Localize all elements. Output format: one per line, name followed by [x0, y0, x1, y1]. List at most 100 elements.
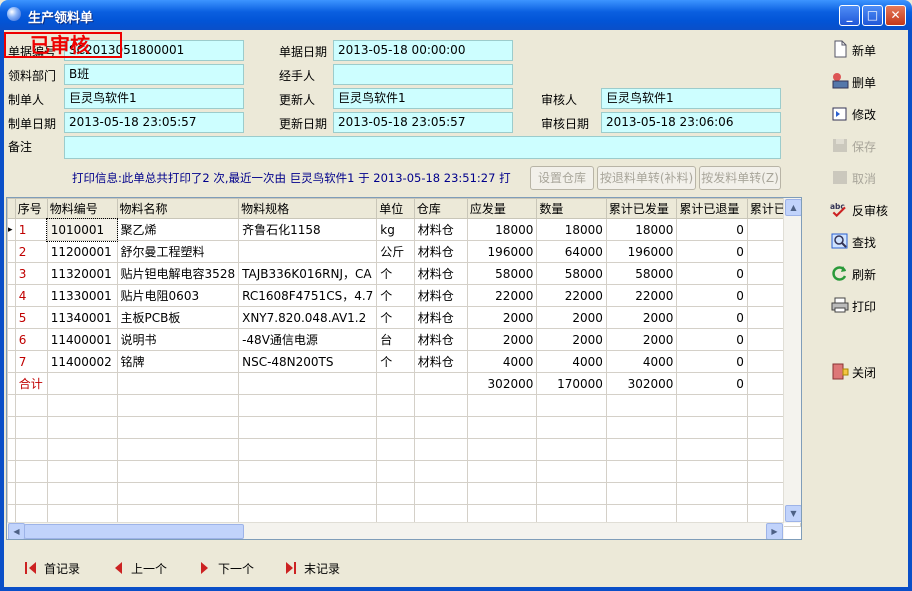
grid-cell[interactable] — [46, 394, 118, 417]
new-button[interactable]: 新单 — [826, 35, 906, 63]
grid-cell[interactable]: 4000 — [466, 350, 538, 373]
grid-cell[interactable]: 2000 — [466, 328, 538, 351]
grid-cell[interactable] — [466, 482, 538, 505]
grid-cell[interactable]: 0 — [676, 350, 748, 373]
close-button[interactable]: 关闭 — [826, 357, 906, 385]
horizontal-scroll-thumb[interactable] — [24, 524, 244, 539]
grid-cell[interactable]: 材料仓 — [413, 218, 468, 241]
grid-cell[interactable] — [46, 372, 118, 395]
grid-cell[interactable] — [466, 394, 538, 417]
col-header[interactable]: 序号 — [14, 198, 48, 219]
grid-cell[interactable]: 2000 — [536, 306, 607, 329]
grid-cell[interactable] — [536, 416, 607, 439]
grid-cell[interactable]: 个 — [376, 262, 415, 285]
col-header[interactable]: 物料名称 — [116, 198, 240, 219]
grid-cell[interactable] — [46, 416, 118, 439]
col-header[interactable]: 仓库 — [413, 198, 468, 219]
refresh-button[interactable]: 刷新 — [826, 259, 906, 287]
grid-cell[interactable]: 2000 — [536, 328, 607, 351]
grid-cell[interactable] — [116, 438, 240, 461]
grid-cell[interactable] — [536, 460, 607, 483]
grid-cell[interactable]: 1010001 — [46, 217, 119, 242]
creator-field[interactable]: 巨灵鸟软件1 — [64, 88, 244, 109]
grid-cell[interactable]: 齐鲁石化1158 — [238, 218, 378, 241]
horizontal-scrollbar[interactable]: ◀ ▶ — [7, 522, 784, 539]
grid-cell[interactable]: 3 — [14, 262, 48, 285]
edit-button[interactable]: 修改 — [826, 99, 906, 127]
grid-cell[interactable]: 58000 — [605, 262, 678, 285]
col-header[interactable]: 物料编号 — [46, 198, 118, 219]
material-grid[interactable]: 序号 物料编号 物料名称 物料规格 单位 仓库 应发量 数量 累计已发量 累计已… — [6, 197, 802, 540]
grid-cell[interactable] — [605, 394, 678, 417]
grid-cell[interactable]: 2000 — [466, 306, 538, 329]
grid-cell[interactable]: NSC-48N200TS — [238, 350, 378, 373]
dept-field[interactable]: B班 — [64, 64, 244, 85]
grid-cell[interactable] — [413, 438, 468, 461]
delete-button[interactable]: 删单 — [826, 67, 906, 95]
grid-cell[interactable]: 贴片钽电解电容3528 — [116, 262, 240, 285]
remark-field[interactable] — [64, 136, 781, 159]
grid-cell[interactable] — [238, 438, 378, 461]
grid-cell[interactable] — [46, 438, 118, 461]
grid-cell[interactable]: 18000 — [605, 218, 678, 241]
grid-cell[interactable] — [238, 372, 378, 395]
grid-cell[interactable]: 6 — [14, 328, 48, 351]
last-record-button[interactable]: 末记录 — [284, 557, 354, 579]
grid-cell[interactable] — [605, 482, 678, 505]
grid-cell[interactable]: 18000 — [466, 218, 538, 241]
grid-cell[interactable]: 个 — [376, 350, 415, 373]
grid-cell[interactable] — [14, 438, 48, 461]
grid-cell[interactable]: 0 — [676, 218, 748, 241]
vertical-scrollbar[interactable]: ▲ ▼ — [783, 198, 801, 523]
grid-cell[interactable]: 0 — [676, 328, 748, 351]
grid-cell[interactable] — [46, 482, 118, 505]
grid-cell[interactable] — [238, 240, 378, 263]
col-header[interactable]: 累计已发量 — [605, 198, 678, 219]
grid-cell[interactable] — [376, 438, 415, 461]
table-row[interactable]: 611400001说明书-48V通信电源台材料仓20002000200000 — [7, 328, 801, 351]
print-button[interactable]: 打印 — [826, 291, 906, 319]
total-row[interactable]: 合计30200017000030200000 — [7, 372, 801, 395]
grid-cell[interactable]: 贴片电阻0603 — [116, 284, 240, 307]
table-row[interactable] — [7, 438, 801, 461]
updater-field[interactable]: 巨灵鸟软件1 — [333, 88, 513, 109]
grid-cell[interactable]: 170000 — [536, 372, 607, 395]
grid-cell[interactable] — [14, 394, 48, 417]
grid-cell[interactable]: 58000 — [536, 262, 607, 285]
table-row[interactable]: ▸ 1 1010001 聚乙烯 齐鲁石化1158 kg 材料仓 18000 18000 18000… — [7, 217, 801, 242]
first-record-button[interactable]: 首记录 — [24, 557, 94, 579]
grid-cell[interactable] — [413, 394, 468, 417]
search-button[interactable]: 查找 — [826, 227, 906, 255]
grid-cell[interactable] — [676, 460, 748, 483]
grid-cell[interactable] — [413, 482, 468, 505]
scroll-left-button[interactable]: ◀ — [8, 523, 25, 539]
grid-cell[interactable]: 1 — [14, 218, 48, 241]
grid-cell[interactable]: 4000 — [605, 350, 678, 373]
grid-cell[interactable]: 合计 — [14, 372, 48, 395]
auditor-field[interactable]: 巨灵鸟软件1 — [601, 88, 781, 109]
table-row[interactable] — [7, 460, 801, 483]
grid-cell[interactable]: 11320001 — [46, 262, 118, 285]
grid-cell[interactable]: 302000 — [466, 372, 538, 395]
grid-cell[interactable]: 2000 — [605, 306, 678, 329]
table-row[interactable]: 3 11320001 贴片钽电解电容3528 TAJB336K016RNJ，CA 个材料… — [7, 262, 801, 285]
grid-cell[interactable]: 铭牌 — [116, 350, 240, 373]
grid-cell[interactable]: 22000 — [466, 284, 538, 307]
table-row[interactable]: 4 11330001 贴片电阻0603 RC1608F4751CS，4.7 个材料仓 22… — [7, 284, 801, 307]
handler-field[interactable] — [333, 64, 513, 85]
grid-cell[interactable]: 个 — [376, 306, 415, 329]
unaudit-button[interactable]: abc 反审核 — [826, 195, 906, 223]
grid-cell[interactable]: 11400002 — [46, 350, 118, 373]
grid-cell[interactable] — [238, 482, 378, 505]
grid-cell[interactable] — [413, 416, 468, 439]
grid-cell[interactable] — [238, 416, 378, 439]
table-row[interactable]: 211200001舒尔曼工程塑料公斤材料仓1960006400019600000 — [7, 240, 801, 263]
grid-cell[interactable]: 18000 — [536, 218, 607, 241]
doc-date-field[interactable]: 2013-05-18 00:00:00 — [333, 40, 513, 61]
grid-cell[interactable]: 说明书 — [116, 328, 240, 351]
table-row[interactable]: 5 11340001 主板PCB板 XNY7.820.048.AV1.2 个材料仓 200… — [7, 306, 801, 329]
grid-cell[interactable]: 材料仓 — [413, 240, 468, 263]
grid-cell[interactable]: 4000 — [536, 350, 607, 373]
grid-cell[interactable]: 0 — [676, 240, 748, 263]
audited-date-field[interactable]: 2013-05-18 23:06:06 — [601, 112, 781, 133]
